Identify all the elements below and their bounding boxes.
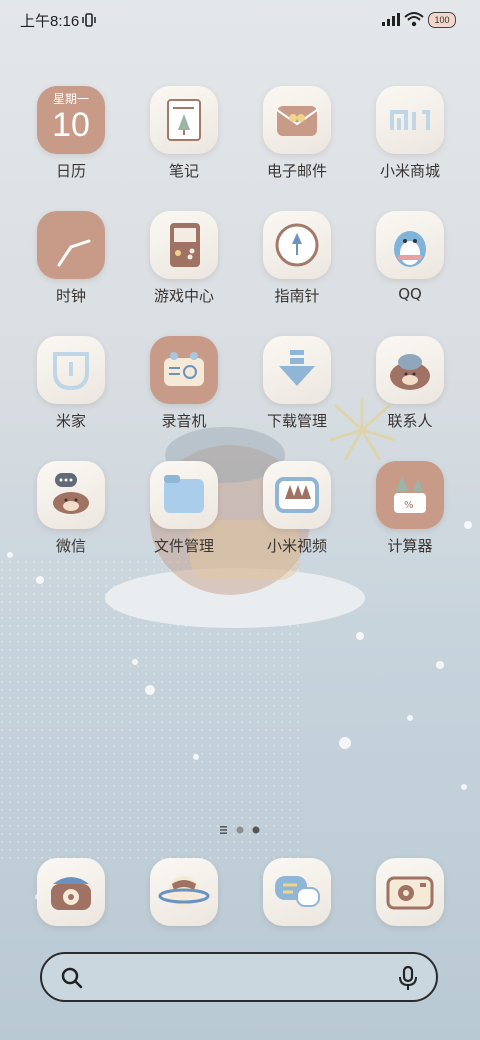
battery-indicator: 100	[428, 12, 456, 28]
app-label: 下载管理	[266, 412, 327, 430]
app-clock[interactable]: 时钟	[15, 211, 127, 331]
app-label: 游戏中心	[153, 287, 214, 305]
app-label: 小米商城	[379, 162, 440, 180]
search-bar[interactable]	[40, 952, 438, 1002]
wechat-icon	[37, 461, 105, 529]
app-mi-video[interactable]: 小米视频	[241, 461, 353, 581]
search-icon	[61, 967, 83, 989]
wifi-icon	[404, 12, 424, 27]
microphone-icon[interactable]	[398, 965, 418, 991]
mi-video-icon	[263, 461, 331, 529]
dock-phone[interactable]	[37, 858, 105, 926]
clock-icon	[37, 211, 105, 279]
app-mail[interactable]: 电子邮件	[241, 86, 353, 206]
app-calendar[interactable]: 星期一 10 日历	[15, 86, 127, 206]
dock-camera[interactable]	[376, 858, 444, 926]
app-label: 指南针	[274, 287, 320, 305]
app-notes[interactable]: 笔记	[128, 86, 240, 206]
app-label: 录音机	[161, 412, 207, 430]
app-recorder[interactable]: 录音机	[128, 336, 240, 456]
app-label: 米家	[55, 412, 86, 430]
page-dot-active	[252, 826, 260, 834]
svg-text:%: %	[404, 500, 414, 511]
app-label: 文件管理	[153, 537, 214, 555]
app-label: 时钟	[55, 287, 86, 305]
calendar-weekday: 星期一	[52, 92, 89, 106]
browser-planet-icon	[158, 876, 210, 908]
vibrate-icon	[82, 13, 96, 27]
file-manager-icon	[150, 461, 218, 529]
page-dot	[236, 826, 244, 834]
app-qq[interactable]: QQ	[354, 211, 466, 331]
calculator-icon: %	[376, 461, 444, 529]
app-label: 日历	[55, 162, 86, 180]
calendar-icon: 星期一 10	[37, 86, 105, 154]
app-calculator[interactable]: % 计算器	[354, 461, 466, 581]
app-label: 小米视频	[266, 537, 327, 555]
qq-penguin-icon	[376, 211, 444, 279]
app-compass[interactable]: 指南针	[241, 211, 353, 331]
recorder-icon	[150, 336, 218, 404]
app-label: 联系人	[387, 412, 433, 430]
app-game-center[interactable]: 游戏中心	[128, 211, 240, 331]
home-menu-icon	[220, 826, 227, 834]
dock-browser[interactable]	[150, 858, 218, 926]
mijia-icon	[37, 336, 105, 404]
app-label: QQ	[398, 285, 422, 303]
page-indicator	[220, 826, 260, 834]
status-time: 上午8:16	[20, 13, 80, 30]
search-input[interactable]	[98, 964, 382, 992]
app-mi-store[interactable]: 小米商城	[354, 86, 466, 206]
app-contacts[interactable]: 联系人	[354, 336, 466, 456]
mi-store-icon	[376, 86, 444, 154]
app-download-manager[interactable]: 下载管理	[241, 336, 353, 456]
dock-messages[interactable]	[263, 858, 331, 926]
game-center-icon	[150, 211, 218, 279]
signal-icon	[382, 13, 400, 26]
notes-icon	[150, 86, 218, 154]
status-bar: 上午8:16 100	[0, 0, 480, 40]
app-label: 电子邮件	[266, 162, 327, 180]
app-wechat[interactable]: 微信	[15, 461, 127, 581]
app-file-manager[interactable]: 文件管理	[128, 461, 240, 581]
app-label: 微信	[55, 537, 86, 555]
app-label: 计算器	[387, 537, 433, 555]
phone-icon	[51, 877, 91, 910]
app-mijia[interactable]: 米家	[15, 336, 127, 456]
camera-icon	[386, 876, 434, 910]
compass-icon	[263, 211, 331, 279]
contacts-icon	[376, 336, 444, 404]
calendar-day: 10	[52, 106, 90, 144]
messages-icon	[275, 876, 320, 907]
download-icon	[263, 336, 331, 404]
app-label: 笔记	[168, 162, 199, 180]
mail-icon	[263, 86, 331, 154]
